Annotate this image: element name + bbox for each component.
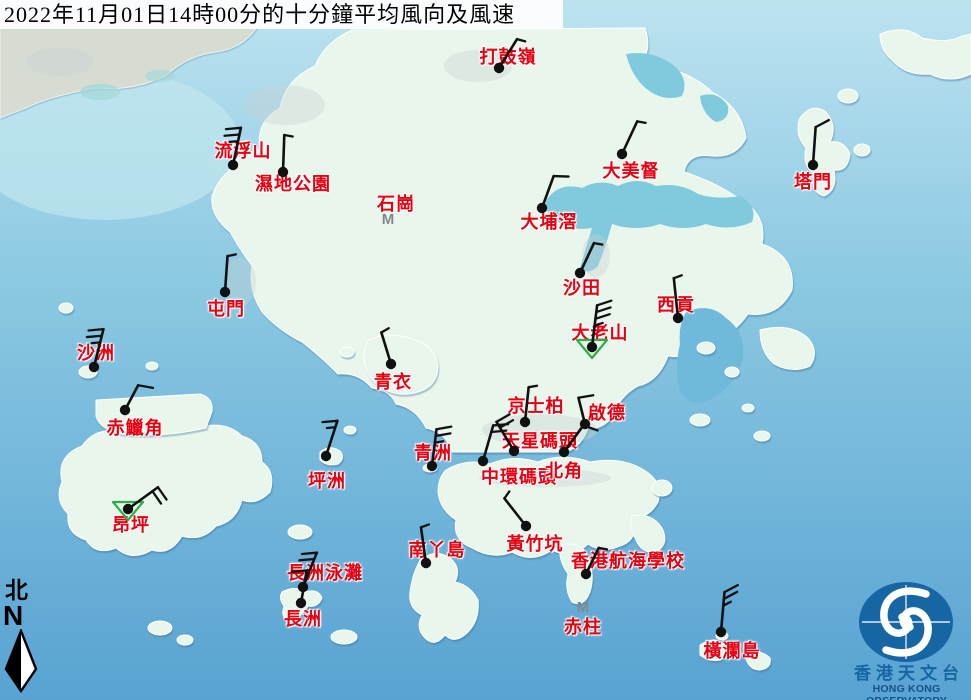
island-pak-sha <box>690 414 710 426</box>
station-label-sha-tin: 沙田 <box>563 274 601 300</box>
land-peng-chau <box>320 448 343 465</box>
island-soko-1 <box>148 621 172 635</box>
island-grass <box>854 144 870 156</box>
island-jin <box>742 404 754 412</box>
station-label-kai-tak: 啟德 <box>588 399 626 425</box>
island-kau-yi-chau <box>344 426 356 434</box>
hko-logo-chinese: 香港天文台 <box>842 665 971 683</box>
hko-logo-english: HONG KONG OBSERVATORY <box>842 683 971 700</box>
title-bar: 2022年11月01日14時00分的十分鐘平均風向及風速 <box>0 0 563 29</box>
station-label-wong-chuk-hang: 黃竹坑 <box>507 530 564 556</box>
station-label-tates-cairn: 大老山 <box>572 319 629 345</box>
station-label-star-ferry: 天星碼頭 <box>502 427 578 453</box>
shenzhen-ponds <box>80 84 120 100</box>
island-ma-wan <box>340 347 354 357</box>
island-basalt <box>754 431 770 441</box>
hong-kong-map <box>0 0 971 700</box>
station-label-lamma-island: 南丫島 <box>409 536 466 562</box>
compass-needle-icon <box>2 629 42 693</box>
compass-north: 北 N <box>2 579 42 700</box>
station-label-tai-mei-tuk: 大美督 <box>603 157 660 183</box>
station-label-ta-kwu-ling: 打鼓嶺 <box>480 43 537 69</box>
island-kau-sai <box>697 342 715 354</box>
compass-north-letter: N <box>3 603 42 629</box>
island-sha-chau <box>79 366 97 378</box>
island-tung-lung <box>652 480 672 496</box>
station-label-tuen-mun: 屯門 <box>207 295 245 321</box>
hko-logo: 香港天文台 HONG KONG OBSERVATORY <box>842 580 971 700</box>
station-label-green-island: 青洲 <box>414 439 452 465</box>
island-port <box>838 89 858 103</box>
station-label-tsing-yi: 青衣 <box>374 368 412 394</box>
station-label-stanley: 赤柱 <box>564 613 602 639</box>
station-label-cheung-chau-beach: 長洲泳灘 <box>287 559 363 585</box>
island-shelter <box>725 367 739 377</box>
wind-map: 打鼓嶺流浮山濕地公園石崗 大美督 塔門大埔滘沙田屯門 西貢沙洲 大老山青衣赤鱲角 京士柏啟… <box>0 0 971 700</box>
station-label-sai-kung: 西貢 <box>657 291 695 317</box>
station-label-waglan-island: 橫瀾島 <box>704 637 761 663</box>
station-label-cheung-chau: 長洲 <box>284 605 322 631</box>
hko-logo-icon <box>842 580 971 664</box>
station-label-north-point: 北角 <box>545 457 583 483</box>
station-label-shek-kong: 石崗 <box>377 190 415 216</box>
island-soko-2 <box>177 635 193 645</box>
station-label-chek-lap-kok: 赤鱲角 <box>107 414 164 440</box>
station-label-tai-po-kau: 大埔滘 <box>521 208 578 234</box>
station-label-ngong-ping: 昂坪 <box>112 511 150 537</box>
station-label-tap-mun: 塔門 <box>794 168 832 194</box>
shenzhen-ponds-2 <box>145 70 175 82</box>
island-brothers <box>146 362 158 370</box>
map-title: 2022年11月01日14時00分的十分鐘平均風向及風速 <box>4 2 515 27</box>
station-label-kings-park: 京士柏 <box>508 392 565 418</box>
station-label-wetland-park: 濕地公園 <box>255 170 331 196</box>
island-hei-ling-chau <box>288 525 312 539</box>
island-shek-kwu-chau <box>331 630 357 644</box>
urban-yuen-long <box>245 85 325 125</box>
station-label-lau-fau-shan: 流浮山 <box>215 137 272 163</box>
station-label-peng-chau: 坪洲 <box>308 467 346 493</box>
station-label-sha-chau: 沙洲 <box>77 339 115 365</box>
urban-sha-tin <box>582 234 610 278</box>
shenzhen-texture <box>26 48 94 76</box>
station-label-hk-sea-school: 香港航海學校 <box>571 547 685 573</box>
island-green-island <box>423 464 437 472</box>
island-lung-kwu-chau <box>59 303 73 313</box>
